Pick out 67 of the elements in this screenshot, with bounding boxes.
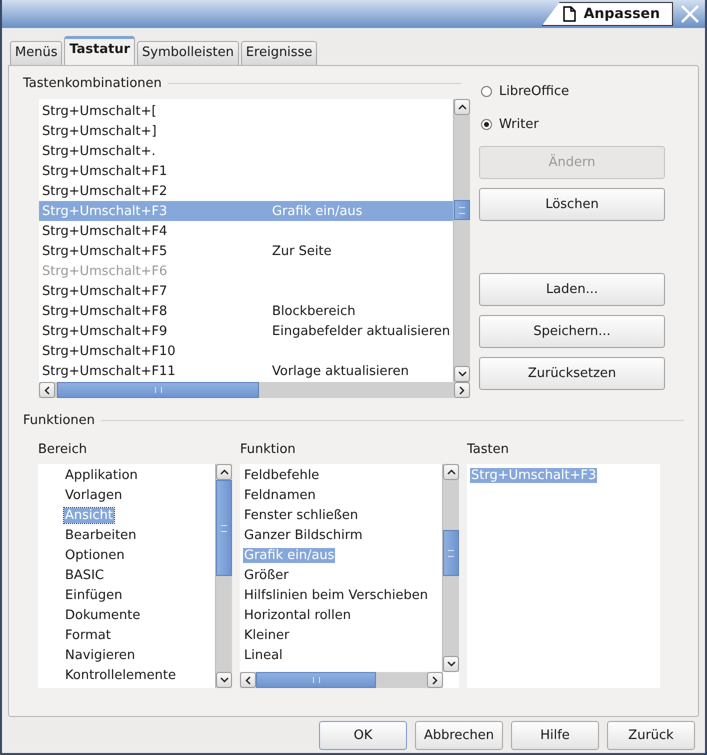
shortcut-row[interactable]: Strg+Umschalt+F9 Eingabefelder aktualisieren — [39, 321, 453, 341]
list-item[interactable]: Horizontal rollen — [243, 608, 352, 622]
list-item[interactable]: Applikation — [64, 468, 139, 482]
dialog-button[interactable]: Abbrechen — [415, 721, 503, 750]
list-item[interactable]: Einfügen — [64, 588, 124, 602]
radio-option[interactable]: LibreOffice — [481, 80, 665, 102]
caret-up-icon[interactable] — [446, 469, 456, 475]
caret-up-icon[interactable] — [220, 469, 228, 475]
list-item[interactable]: Ganzer Bildschirm — [243, 528, 364, 542]
vertical-scrollbar[interactable] — [453, 99, 470, 382]
horizontal-scrollbar[interactable] — [39, 382, 470, 398]
dialog-button[interactable]: Hilfe — [511, 721, 599, 750]
tab[interactable]: Tastatur — [64, 36, 136, 65]
caret-right-icon[interactable] — [432, 676, 438, 684]
dialog-button[interactable]: OK — [319, 721, 407, 750]
shortcut-row[interactable]: Strg+Umschalt+F5 Zur Seite — [39, 241, 453, 261]
document-icon — [562, 6, 576, 22]
tab[interactable]: Ereignisse — [240, 41, 318, 65]
caret-down-icon[interactable] — [458, 371, 466, 377]
action-button[interactable]: Zurücksetzen — [479, 357, 665, 390]
action-button[interactable]: Löschen — [479, 188, 665, 221]
caret-left-icon[interactable] — [44, 386, 50, 394]
list-item[interactable]: Optionen — [64, 548, 126, 562]
section-title: Tastenkombinationen — [23, 76, 162, 91]
list-item[interactable]: Kontrollelemente — [64, 668, 178, 682]
list-item[interactable]: Lineal — [243, 648, 284, 662]
column-label: Bereich — [38, 442, 87, 457]
list-item[interactable]: BASIC — [64, 568, 105, 582]
shortcut-row[interactable]: Strg+Umschalt+F4 — [39, 221, 453, 241]
list-item[interactable]: Format — [64, 628, 112, 642]
shortcut-row[interactable]: Strg+Umschalt+F7 — [39, 281, 453, 301]
list-item[interactable]: Fenster schließen — [243, 508, 360, 522]
list-item[interactable]: Bearbeiten — [64, 528, 138, 542]
caret-up-icon[interactable] — [458, 104, 466, 110]
caret-down-icon[interactable] — [220, 677, 228, 683]
list-item[interactable]: Dokumente — [64, 608, 142, 622]
window-title: Anpassen — [584, 6, 660, 22]
caret-left-icon[interactable] — [245, 676, 251, 684]
shortcut-row[interactable]: Strg+Umschalt+F1 — [39, 161, 453, 181]
tab[interactable]: Menüs — [10, 41, 62, 65]
radio-option[interactable]: Writer — [481, 113, 665, 135]
shortcut-row[interactable]: Strg+Umschalt+] — [39, 121, 453, 141]
shortcut-row[interactable]: Strg+Umschalt+. — [39, 141, 453, 161]
section-title: Funktionen — [23, 413, 95, 428]
vertical-scrollbar[interactable] — [442, 464, 459, 672]
list-item[interactable]: Feldbefehle — [243, 468, 320, 482]
tab[interactable]: Symbolleisten — [137, 41, 239, 65]
caret-down-icon[interactable] — [446, 661, 456, 667]
dialog-button[interactable]: Zurück — [607, 721, 695, 750]
list-item[interactable]: Navigieren — [64, 648, 136, 662]
action-button[interactable]: Speichern... — [479, 315, 665, 348]
shortcut-row[interactable]: Strg+Umschalt+[ — [39, 101, 453, 121]
list-item[interactable]: Vorlagen — [64, 488, 124, 502]
shortcut-row[interactable]: Strg+Umschalt+F10 — [39, 341, 453, 361]
list-item[interactable]: Feldnamen — [243, 488, 317, 502]
column-label: Tasten — [467, 442, 509, 457]
column-label: Funktion — [240, 442, 296, 457]
horizontal-scrollbar[interactable] — [240, 672, 443, 688]
action-button[interactable]: Laden... — [479, 273, 665, 306]
list-item[interactable]: Hilfslinien beim Verschieben — [243, 588, 429, 602]
caret-right-icon[interactable] — [459, 386, 465, 394]
shortcut-row[interactable]: Strg+Umschalt+F2 — [39, 181, 453, 201]
shortcut-row[interactable]: Strg+Umschalt+F11 Vorlage aktualisieren — [39, 361, 453, 381]
list-item[interactable]: Kleiner — [243, 628, 290, 642]
shortcut-row[interactable]: Strg+Umschalt+F8 Blockbereich — [39, 301, 453, 321]
vertical-scrollbar[interactable] — [215, 464, 232, 688]
list-item[interactable]: Größer — [243, 568, 290, 582]
